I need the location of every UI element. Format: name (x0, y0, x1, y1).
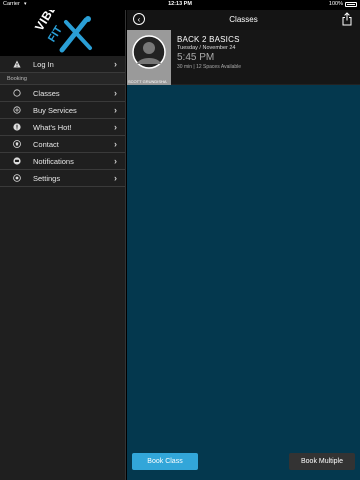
page-title: Classes (229, 15, 258, 24)
sidebar-item-classes[interactable]: Classes › (0, 85, 125, 102)
chevron-right-icon: › (114, 139, 117, 149)
class-list-item[interactable]: SCOTT GRUNDISHA BACK 2 BASICS Tuesday / … (127, 30, 360, 85)
share-icon (342, 12, 352, 26)
circle-icon (13, 89, 21, 97)
class-date: Tuesday / November 24 (177, 45, 236, 51)
chevron-right-icon: › (114, 156, 117, 166)
main-content: ‹ Classes SCOTT GRUNDISHA BACK 2 BASICS … (127, 10, 360, 480)
sidebar-item-label: Settings (33, 174, 61, 183)
book-multiple-button[interactable]: Book Multiple (289, 453, 355, 470)
instructor-photo: SCOTT GRUNDISHA (127, 30, 171, 85)
avatar-icon (132, 35, 166, 69)
status-bar: Carrier ▾ 12:13 PM 100% (0, 0, 360, 10)
chevron-right-icon: › (114, 122, 117, 132)
sidebar-item-contact[interactable]: Contact › (0, 136, 125, 153)
sidebar-item-label: Classes (33, 89, 60, 98)
plus-circle-icon (13, 106, 21, 114)
class-time: 5:45 PM (177, 52, 215, 63)
sidebar-item-label: Contact (33, 140, 59, 149)
battery-percent: 100% (328, 1, 343, 7)
chevron-right-icon: › (114, 173, 117, 183)
sidebar-item-settings[interactable]: Settings › (0, 170, 125, 187)
instructor-caption: SCOTT GRUNDISHA (128, 79, 167, 84)
clock: 12:13 PM (168, 1, 192, 7)
logo-area: VIBE FIT (0, 10, 125, 56)
exclamation-icon (13, 123, 21, 131)
chevron-right-icon: › (114, 88, 117, 98)
sidebar-item-whats-hot[interactable]: What's Hot! › (0, 119, 125, 136)
gear-icon (13, 174, 21, 182)
share-button[interactable] (342, 12, 352, 26)
battery-icon (345, 2, 357, 7)
book-class-button[interactable]: Book Class (132, 453, 198, 470)
sidebar: VIBE FIT Log In › Booking Classes › Buy … (0, 10, 126, 480)
section-header-booking: Booking (0, 73, 125, 85)
brand-logo: VIBE FIT (30, 10, 98, 56)
sidebar-item-buy-services[interactable]: Buy Services › (0, 102, 125, 119)
class-name: BACK 2 BASICS (177, 35, 240, 44)
sidebar-item-login[interactable]: Log In › (0, 56, 125, 73)
sidebar-item-label: Notifications (33, 157, 74, 166)
warning-icon (13, 60, 21, 68)
chevron-right-icon: › (114, 105, 117, 115)
chevron-right-icon: › (114, 59, 117, 69)
nav-bar: ‹ Classes (127, 10, 360, 30)
sidebar-item-notifications[interactable]: Notifications › (0, 153, 125, 170)
sidebar-item-label: Log In (33, 60, 54, 69)
logo-x-mark (59, 16, 92, 53)
chat-icon (13, 157, 21, 165)
sidebar-item-label: Buy Services (33, 106, 77, 115)
sidebar-item-label: What's Hot! (33, 123, 72, 132)
location-pin-icon (13, 140, 21, 148)
class-info: 30 min | 12 Spaces Available (177, 64, 242, 70)
